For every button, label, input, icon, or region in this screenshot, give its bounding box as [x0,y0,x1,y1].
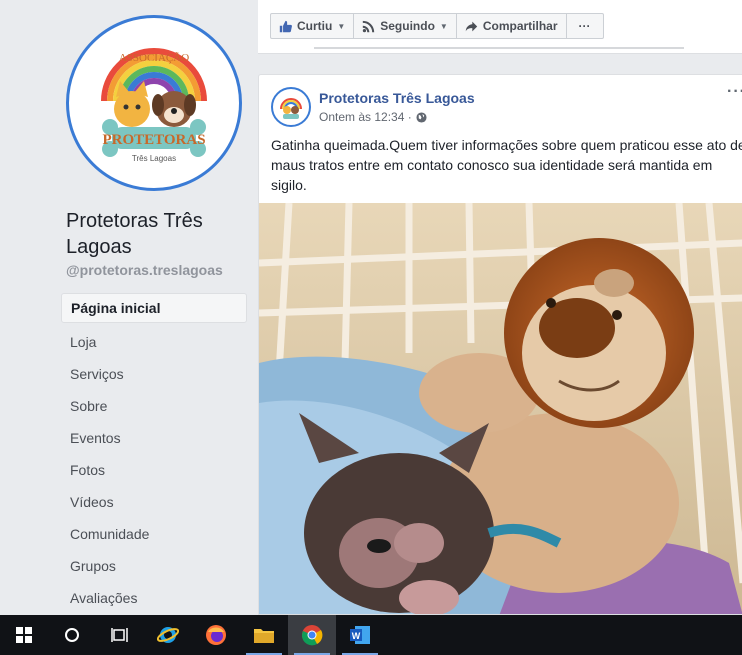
post-author-name[interactable]: Protetoras Três Lagoas [319,90,475,106]
globe-icon [416,111,427,123]
share-arrow-icon [465,20,478,33]
firefox-icon[interactable] [192,615,240,655]
like-label: Curtiu [297,19,333,33]
post-timestamp[interactable]: Ontem às 12:34 · [319,110,427,124]
post-text: Gatinha queimada.Quem tiver informações … [271,137,742,193]
nav-item-services[interactable]: Serviços [61,358,247,390]
nav-item-community[interactable]: Comunidade [61,518,247,550]
task-view-icon[interactable] [96,615,144,655]
nav-item-photos[interactable]: Fotos [61,454,247,486]
page-title[interactable]: Protetoras Três Lagoas [66,208,246,260]
logo-arc-text: ASSOCIAÇÃO [119,52,189,64]
logo-mini-icon [280,98,302,119]
page-nav: Página inicial Loja Serviços Sobre Event… [61,293,247,614]
nav-item-reviews[interactable]: Avaliações [61,582,247,614]
post-options-button[interactable]: ··· [727,83,742,101]
share-label: Compartilhar [482,19,558,33]
share-button[interactable]: Compartilhar [455,13,567,39]
chrome-icon[interactable] [288,615,336,655]
word-icon[interactable]: W [336,615,384,655]
follow-button[interactable]: Seguindo ▼ [353,13,457,39]
nav-item-shop[interactable]: Loja [61,326,247,358]
more-label: ··· [578,19,591,33]
kitten-with-plush-lion-photo [259,202,742,614]
rss-icon [362,20,375,33]
thumbs-up-icon [279,20,292,33]
page-action-bar: Curtiu ▼ Seguindo ▼ Compartilhar ··· [258,0,742,56]
page-profile-picture[interactable]: PROTETORAS ASSOCIAÇÃO Três Lagoas [66,15,242,191]
action-button-group: Curtiu ▼ Seguindo ▼ Compartilhar ··· [270,13,604,39]
post-photo[interactable] [259,202,742,614]
internet-explorer-icon[interactable] [144,615,192,655]
search-icon[interactable] [48,615,96,655]
file-explorer-icon[interactable] [240,615,288,655]
page-username[interactable]: @protetoras.treslagoas [66,262,223,278]
windows-start-icon[interactable] [0,615,48,655]
svg-text:W: W [352,631,361,641]
divider [314,47,684,49]
nav-item-groups[interactable]: Grupos [61,550,247,582]
post-author-avatar[interactable] [271,87,311,127]
nav-item-events[interactable]: Eventos [61,422,247,454]
post-card: Protetoras Três Lagoas Ontem às 12:34 · … [258,74,742,615]
windows-taskbar: W [0,615,742,655]
logo-image: PROTETORAS ASSOCIAÇÃO Três Lagoas [101,48,207,163]
like-button[interactable]: Curtiu ▼ [270,13,355,39]
chevron-down-icon: ▼ [337,21,346,31]
post-time-label: Ontem às 12:34 · [319,110,412,124]
logo-main-text: PROTETORAS [102,132,205,148]
nav-item-videos[interactable]: Vídeos [61,486,247,518]
follow-label: Seguindo [380,19,435,33]
nav-item-home[interactable]: Página inicial [61,293,247,323]
more-options-button[interactable]: ··· [565,13,604,39]
page-sidebar: PROTETORAS ASSOCIAÇÃO Três Lagoas Protet… [0,0,258,615]
chevron-down-icon: ▼ [439,21,448,31]
logo-sub-text: Três Lagoas [132,154,176,163]
nav-item-about[interactable]: Sobre [61,390,247,422]
